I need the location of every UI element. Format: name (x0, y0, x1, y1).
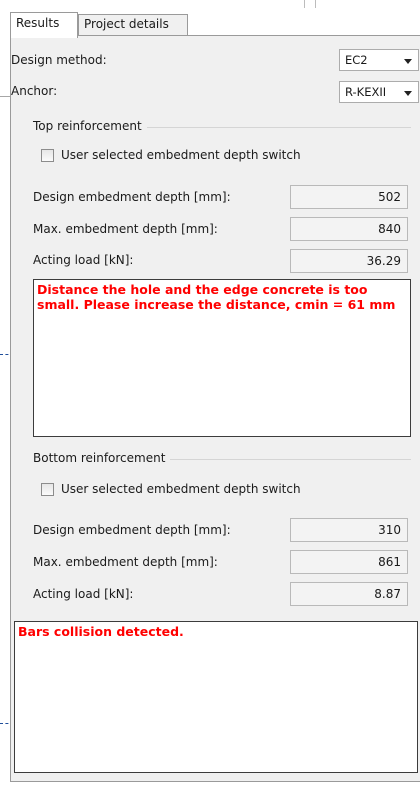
bottom-group-title: Bottom reinforcement (33, 451, 171, 465)
chevron-down-icon (404, 91, 412, 96)
bottom-acting-load-label: Acting load [kN]: (33, 587, 134, 601)
bottom-design-depth-field[interactable]: 310 (290, 518, 408, 542)
tab-project-details[interactable]: Project details (78, 14, 188, 36)
bottom-acting-load-field[interactable]: 8.87 (290, 582, 408, 606)
top-embedment-switch-checkbox[interactable] (41, 149, 54, 162)
anchor-select[interactable]: R-KEXII (339, 81, 419, 103)
top-design-depth-field[interactable]: 502 (290, 185, 408, 209)
chevron-down-icon (404, 59, 412, 64)
top-design-depth-label: Design embedment depth [mm]: (33, 190, 231, 204)
top-group-title: Top reinforcement (33, 119, 147, 133)
top-embedment-switch-label: User selected embedment depth switch (61, 148, 301, 162)
top-max-depth-label: Max. embedment depth [mm]: (33, 222, 218, 236)
top-acting-load-label: Acting load [kN]: (33, 253, 134, 267)
design-method-value: EC2 (345, 53, 368, 67)
top-message-box[interactable]: Distance the hole and the edge concrete … (33, 279, 411, 437)
splitter-handle[interactable] (304, 0, 316, 8)
top-acting-load-field[interactable]: 36.29 (290, 249, 408, 273)
bottom-embedment-switch-label: User selected embedment depth switch (61, 482, 301, 496)
bottom-embedment-switch-checkbox[interactable] (41, 483, 54, 496)
bottom-max-depth-label: Max. embedment depth [mm]: (33, 555, 218, 569)
anchor-value: R-KEXII (345, 85, 387, 99)
anchor-label: Anchor: (11, 84, 58, 98)
design-method-select[interactable]: EC2 (339, 49, 419, 71)
bottom-max-depth-field[interactable]: 861 (290, 550, 408, 574)
top-max-depth-field[interactable]: 840 (290, 217, 408, 241)
design-method-label: Design method: (11, 53, 107, 67)
results-panel: Design method: EC2 Anchor: R-KEXII Top r… (10, 36, 420, 782)
tab-strip: Results Project details (10, 12, 420, 38)
tab-results[interactable]: Results (10, 12, 78, 38)
bottom-message-box[interactable]: Bars collision detected. (14, 621, 418, 773)
bottom-design-depth-label: Design embedment depth [mm]: (33, 523, 231, 537)
